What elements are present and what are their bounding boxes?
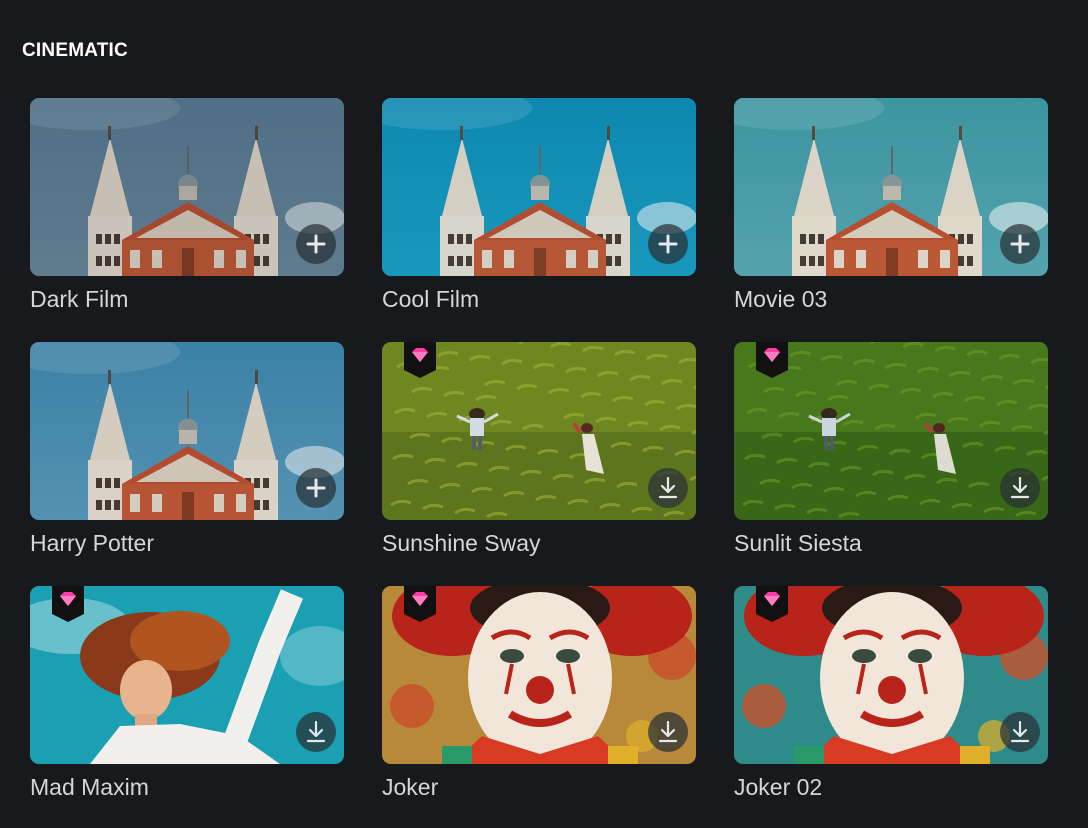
download-icon — [657, 720, 679, 744]
preset-label: Sunshine Sway — [382, 530, 541, 556]
add-preset-button[interactable] — [296, 224, 336, 264]
preset-card[interactable]: Cool Film — [382, 98, 696, 313]
preset-thumbnail[interactable] — [30, 586, 344, 764]
preset-card[interactable]: Movie 03 — [734, 98, 1048, 313]
plus-icon — [657, 233, 679, 255]
download-preset-button[interactable] — [1000, 468, 1040, 508]
preset-thumbnail[interactable] — [30, 342, 344, 520]
preset-thumbnail[interactable] — [30, 98, 344, 276]
preset-thumbnail[interactable] — [734, 342, 1048, 520]
premium-gem-icon — [756, 586, 788, 622]
preset-card[interactable]: Harry Potter — [30, 342, 344, 557]
add-preset-button[interactable] — [296, 468, 336, 508]
preset-label: Cool Film — [382, 286, 480, 312]
plus-icon — [305, 233, 327, 255]
add-preset-button[interactable] — [648, 224, 688, 264]
download-preset-button[interactable] — [648, 468, 688, 508]
preset-label: Harry Potter — [30, 530, 154, 556]
preset-card[interactable]: Sunlit Siesta — [734, 342, 1048, 557]
download-icon — [305, 720, 327, 744]
preset-label: Mad Maxim — [30, 774, 149, 800]
preset-card[interactable]: Sunshine Sway — [382, 342, 696, 557]
premium-gem-icon — [52, 586, 84, 622]
preset-label: Joker — [382, 774, 439, 800]
download-preset-button[interactable] — [1000, 712, 1040, 752]
preset-thumbnail[interactable] — [734, 586, 1048, 764]
preset-label: Movie 03 — [734, 286, 828, 312]
download-preset-button[interactable] — [648, 712, 688, 752]
add-preset-button[interactable] — [1000, 224, 1040, 264]
preset-card[interactable]: Mad Maxim — [30, 586, 344, 801]
preset-thumbnail[interactable] — [382, 98, 696, 276]
premium-gem-icon — [404, 586, 436, 622]
preset-card[interactable]: Joker — [382, 586, 696, 801]
premium-gem-icon — [404, 342, 436, 378]
section-title: CINEMATIC — [22, 40, 128, 61]
preset-label: Sunlit Siesta — [734, 530, 862, 556]
preset-card[interactable]: Dark Film — [30, 98, 344, 313]
premium-gem-icon — [756, 342, 788, 378]
download-icon — [1009, 720, 1031, 744]
preset-card[interactable]: Joker 02 — [734, 586, 1048, 801]
preset-thumbnail[interactable] — [382, 342, 696, 520]
plus-icon — [1009, 233, 1031, 255]
preset-thumbnail[interactable] — [734, 98, 1048, 276]
preset-label: Joker 02 — [734, 774, 823, 800]
preset-thumbnail[interactable] — [382, 586, 696, 764]
download-preset-button[interactable] — [296, 712, 336, 752]
preset-label: Dark Film — [30, 286, 129, 312]
download-icon — [657, 476, 679, 500]
plus-icon — [305, 477, 327, 499]
download-icon — [1009, 476, 1031, 500]
